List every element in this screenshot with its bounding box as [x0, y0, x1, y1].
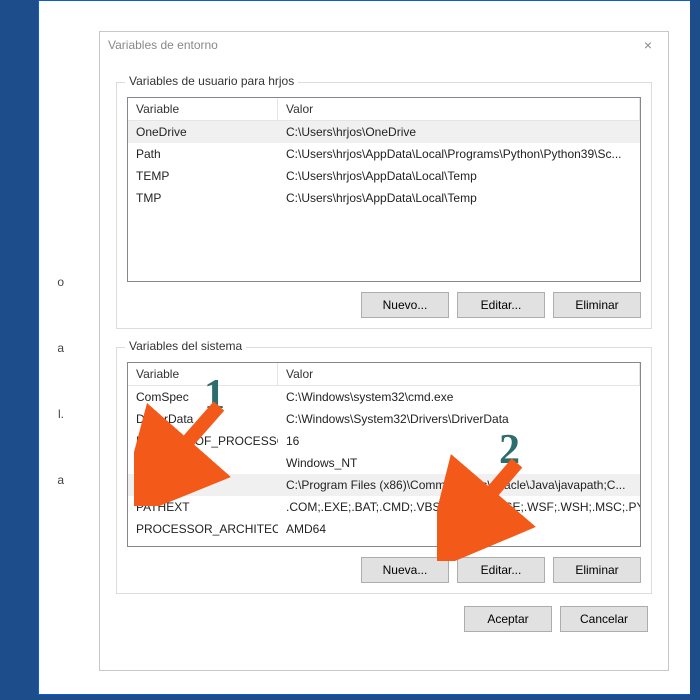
table-row[interactable]: PROCESSOR_IDENTIFIERAMD64 Family 23 Mode…: [128, 540, 640, 546]
column-value[interactable]: Valor: [278, 363, 640, 385]
cell-value: AMD64: [278, 520, 640, 538]
cell-variable: TMP: [128, 189, 278, 207]
cell-variable: PROCESSOR_ARCHITECTURE: [128, 520, 278, 538]
cell-value: C:\Users\hrjos\AppData\Local\Programs\Py…: [278, 145, 640, 163]
list-header: Variable Valor: [128, 98, 640, 121]
cell-variable: Path: [128, 145, 278, 163]
user-edit-button[interactable]: Editar...: [457, 292, 545, 318]
cell-value: C:\Windows\System32\Drivers\DriverData: [278, 410, 640, 428]
window-frame: o a l. a Variables de entorno × Variable…: [38, 0, 690, 695]
system-new-button[interactable]: Nueva...: [361, 557, 449, 583]
table-row[interactable]: DriverDataC:\Windows\System32\Drivers\Dr…: [128, 408, 640, 430]
column-variable[interactable]: Variable: [128, 98, 278, 120]
cell-value: .COM;.EXE;.BAT;.CMD;.VBS;.VBE;.JS;.JSE;.…: [278, 498, 640, 516]
cell-value: C:\Users\hrjos\AppData\Local\Temp: [278, 167, 640, 185]
table-row[interactable]: NUMBER_OF_PROCESSORS16: [128, 430, 640, 452]
table-row[interactable]: PathC:\Program Files (x86)\Common Files\…: [128, 474, 640, 496]
cell-value: AMD64 Family 23 Model 96 Stepping 1, Aut…: [278, 542, 640, 546]
ok-button[interactable]: Aceptar: [464, 606, 552, 632]
system-variables-group: Variables del sistema Variable Valor Com…: [116, 347, 652, 594]
dialog-button-row: Aceptar Cancelar: [116, 594, 652, 632]
user-delete-button[interactable]: Eliminar: [553, 292, 641, 318]
cell-variable: TEMP: [128, 167, 278, 185]
cell-variable: NUMBER_OF_PROCESSORS: [128, 432, 278, 450]
user-new-button[interactable]: Nuevo...: [361, 292, 449, 318]
user-variables-list[interactable]: Variable Valor OneDriveC:\Users\hrjos\On…: [127, 97, 641, 282]
cancel-button[interactable]: Cancelar: [560, 606, 648, 632]
cell-variable: DriverData: [128, 410, 278, 428]
cell-variable: PATHEXT: [128, 498, 278, 516]
system-group-label: Variables del sistema: [125, 339, 246, 353]
cell-value: C:\Windows\system32\cmd.exe: [278, 388, 640, 406]
system-delete-button[interactable]: Eliminar: [553, 557, 641, 583]
cell-value: Windows_NT: [278, 454, 640, 472]
user-group-label: Variables de usuario para hrjos: [125, 74, 298, 88]
table-row[interactable]: OSWindows_NT: [128, 452, 640, 474]
list-header: Variable Valor: [128, 363, 640, 386]
cell-variable: Path: [128, 476, 278, 494]
table-row[interactable]: OneDriveC:\Users\hrjos\OneDrive: [128, 121, 640, 143]
dialog-title: Variables de entorno: [108, 38, 218, 52]
table-row[interactable]: PROCESSOR_ARCHITECTUREAMD64: [128, 518, 640, 540]
cell-value: 16: [278, 432, 640, 450]
env-variables-dialog: Variables de entorno × Variables de usua…: [99, 31, 669, 671]
system-list-body: ComSpecC:\Windows\system32\cmd.exeDriver…: [128, 386, 640, 546]
table-row[interactable]: TMPC:\Users\hrjos\AppData\Local\Temp: [128, 187, 640, 209]
table-row[interactable]: TEMPC:\Users\hrjos\AppData\Local\Temp: [128, 165, 640, 187]
user-variables-group: Variables de usuario para hrjos Variable…: [116, 82, 652, 329]
user-list-body: OneDriveC:\Users\hrjos\OneDrivePathC:\Us…: [128, 121, 640, 281]
background-partial-text: o a l. a: [38, 271, 64, 491]
table-row[interactable]: PATHEXT.COM;.EXE;.BAT;.CMD;.VBS;.VBE;.JS…: [128, 496, 640, 518]
cell-variable: OneDrive: [128, 123, 278, 141]
cell-value: C:\Users\hrjos\AppData\Local\Temp: [278, 189, 640, 207]
dialog-content: Variables de usuario para hrjos Variable…: [100, 58, 668, 646]
cell-value: C:\Program Files (x86)\Common Files\Orac…: [278, 476, 640, 494]
system-button-row: Nueva... Editar... Eliminar: [127, 557, 641, 583]
system-variables-list[interactable]: Variable Valor ComSpecC:\Windows\system3…: [127, 362, 641, 547]
cell-variable: ComSpec: [128, 388, 278, 406]
cell-variable: PROCESSOR_IDENTIFIER: [128, 542, 278, 546]
close-icon[interactable]: ×: [636, 33, 660, 57]
column-value[interactable]: Valor: [278, 98, 640, 120]
column-variable[interactable]: Variable: [128, 363, 278, 385]
table-row[interactable]: ComSpecC:\Windows\system32\cmd.exe: [128, 386, 640, 408]
system-edit-button[interactable]: Editar...: [457, 557, 545, 583]
table-row[interactable]: PathC:\Users\hrjos\AppData\Local\Program…: [128, 143, 640, 165]
cell-variable: OS: [128, 454, 278, 472]
cell-value: C:\Users\hrjos\OneDrive: [278, 123, 640, 141]
user-button-row: Nuevo... Editar... Eliminar: [127, 292, 641, 318]
titlebar: Variables de entorno ×: [100, 32, 668, 58]
